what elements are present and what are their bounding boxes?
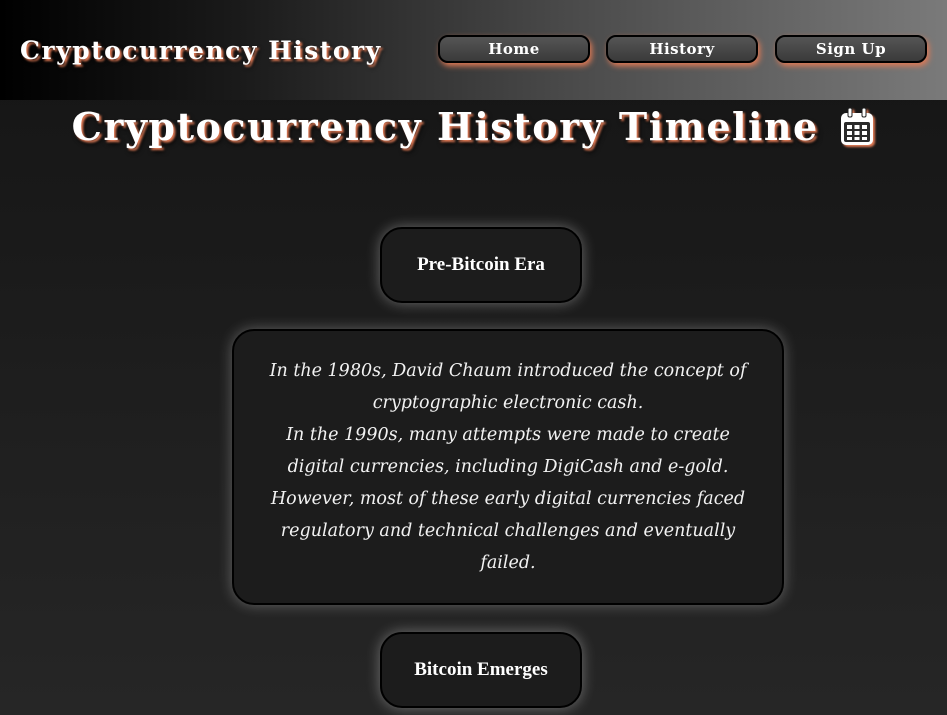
navbar: Cryptocurrency History Home History Sign… xyxy=(0,0,947,100)
site-brand[interactable]: Cryptocurrency History xyxy=(20,36,382,65)
nav-home-button[interactable]: Home xyxy=(438,35,590,63)
description-paragraph: In the 1980s, David Chaum introduced the… xyxy=(269,361,747,413)
calendar-icon xyxy=(841,107,874,145)
page-title: Cryptocurrency History Timeline xyxy=(0,100,947,154)
nav-history-button[interactable]: History xyxy=(606,35,758,63)
page: Cryptocurrency History Home History Sign… xyxy=(0,0,947,715)
era-pre-bitcoin-description: In the 1980s, David Chaum introduced the… xyxy=(232,329,784,605)
description-paragraph: However, most of these early digital cur… xyxy=(270,489,746,573)
era-pre-bitcoin-button[interactable]: Pre-Bitcoin Era xyxy=(380,227,582,303)
era-bitcoin-emerges-button[interactable]: Bitcoin Emerges xyxy=(380,632,582,708)
nav-sign-up-button[interactable]: Sign Up xyxy=(775,35,927,63)
description-paragraph: In the 1990s, many attempts were made to… xyxy=(286,425,730,477)
page-title-text: Cryptocurrency History Timeline xyxy=(71,104,819,149)
